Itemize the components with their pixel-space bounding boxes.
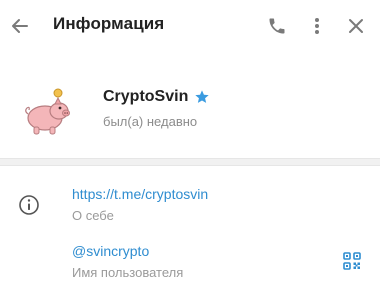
call-button[interactable] [263,12,291,40]
close-button[interactable] [342,12,370,40]
star-icon [194,89,210,105]
page-title: Информация [53,14,165,33]
close-icon [349,19,363,33]
more-button[interactable] [303,12,331,40]
last-seen-status: был(а) недавно [103,114,198,129]
bio-link[interactable]: https://t.me/cryptosvin [72,186,208,202]
section-divider [0,158,380,166]
phone-icon [269,18,285,34]
profile-name: CryptoSvin [103,88,189,105]
profile-name-row: CryptoSvin [103,88,210,106]
more-vertical-icon [315,18,319,34]
qr-code-button[interactable] [343,252,361,270]
bio-label: О себе [72,208,114,223]
back-button[interactable] [6,12,34,40]
profile-header: CryptoSvin был(а) недавно [0,70,380,150]
username-value[interactable]: @svincrypto [72,243,149,259]
top-bar: Информация [0,0,380,52]
arrow-left-icon [12,19,28,33]
pig-avatar-icon [25,88,70,135]
qr-code-icon [343,252,361,270]
avatar[interactable] [20,84,76,140]
username-label: Имя пользователя [72,265,184,280]
info-icon [18,194,40,216]
